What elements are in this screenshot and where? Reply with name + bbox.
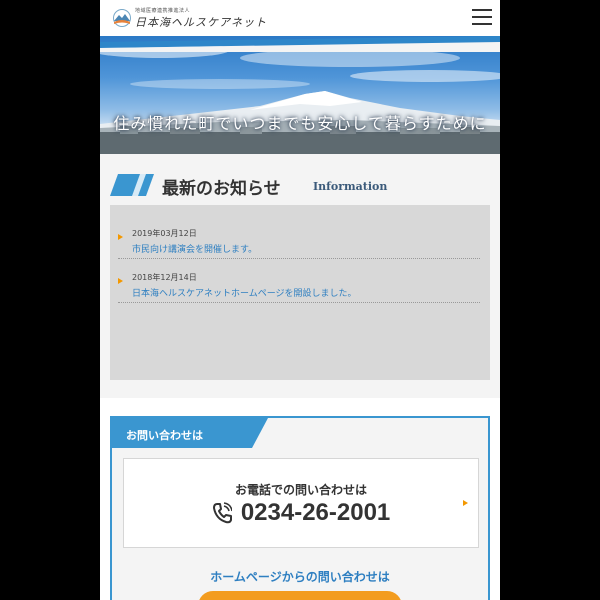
hamburger-menu-icon[interactable] [472,9,492,25]
phone-number-row: 0234-26-2001 [124,499,478,527]
news-item[interactable]: 2018年12月14日 日本海ヘルスケアネットホームページを開設しました。 [118,258,480,303]
org-name-logo[interactable]: 日本海ヘルスケアネット [135,14,267,30]
news-link[interactable]: 日本海ヘルスケアネットホームページを開設しました。 [132,286,357,299]
news-link[interactable]: 市民向け講演会を開催します。 [132,242,257,255]
phone-number: 0234-26-2001 [240,499,391,526]
hero-catchphrase: 住み慣れた町でいつまでも安心して暮らすために [113,114,487,133]
news-title-en: Information [313,180,388,193]
logo-icon [113,9,131,27]
web-contact-title: ホームページからの問い合わせは [210,570,390,584]
contact-frame: お問い合わせは お電話での問い合わせは 0234-26-2001 ホームページか… [110,416,490,600]
mountain-landscape-image [100,42,500,154]
news-date: 2018年12月14日 [132,273,197,282]
heading-flag-icon [110,174,154,196]
arrow-right-icon [118,278,123,284]
org-type-label: 地域医療連携推進法人 [135,8,191,14]
hero-decorative-stripe [100,36,500,52]
phone-contact-title: お電話での問い合わせは [234,483,367,497]
news-section-heading: 最新のお知らせ Information [110,172,490,200]
hero-banner: 住み慣れた町でいつまでも安心して暮らすために [100,36,500,154]
telephone-icon [212,502,232,524]
arrow-right-icon [118,234,123,240]
contact-header-label: お問い合わせは [126,429,203,442]
news-date: 2019年03月12日 [132,229,197,238]
contact-section: お問い合わせは お電話での問い合わせは 0234-26-2001 ホームページか… [100,398,500,600]
news-title: 最新のお知らせ [162,179,281,199]
news-item[interactable]: 2019年03月12日 市民向け講演会を開催します。 [118,214,480,259]
site-header: 地域医療連携推進法人 日本海ヘルスケアネット [100,0,500,36]
mobile-viewport: 地域医療連携推進法人 日本海ヘルスケアネット 住み慣れた町でいつまでも安心して暮… [100,0,500,600]
news-list: 2019年03月12日 市民向け講演会を開催します。 2018年12月14日 日… [110,205,490,380]
arrow-right-icon [463,500,468,506]
web-contact-button[interactable] [198,591,402,600]
phone-contact-button[interactable]: お電話での問い合わせは 0234-26-2001 [123,458,479,548]
